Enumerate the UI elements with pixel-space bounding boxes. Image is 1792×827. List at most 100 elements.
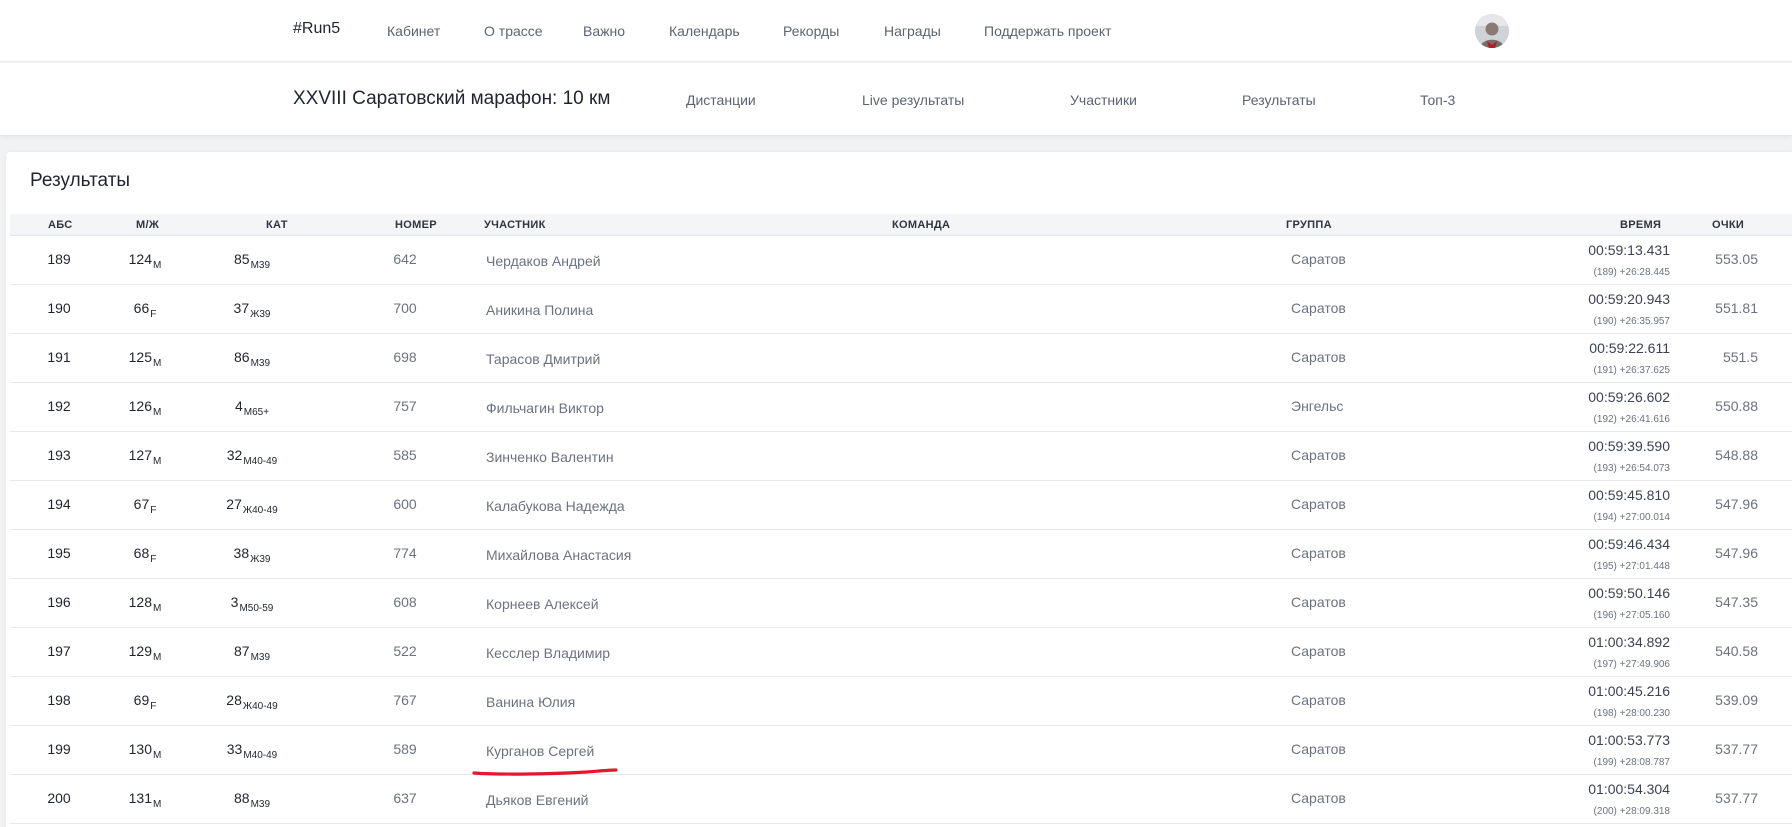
participant-name-link[interactable]: Тарасов Дмитрий: [486, 351, 600, 367]
category-code: M40-49: [243, 456, 278, 467]
col-category[interactable]: КАТ: [266, 219, 288, 231]
table-row[interactable]: 197 129M 87M39 522 Кесслер Владимир Саратов 01…: [10, 628, 1792, 677]
participant-name-link[interactable]: Чердаков Андрей: [486, 253, 601, 269]
group-name: Саратов: [1291, 594, 1346, 610]
col-time[interactable]: ВРЕМЯ: [1620, 219, 1661, 231]
time-gap: (199) +28:08.787: [1593, 757, 1670, 768]
tab-live-results[interactable]: Live результаты: [862, 92, 964, 108]
time-gap: (192) +26:41.616: [1593, 414, 1670, 425]
tab-participants[interactable]: Участники: [1070, 92, 1137, 108]
group-name: Саратов: [1291, 790, 1346, 806]
participant-name-link[interactable]: Корнеев Алексей: [486, 596, 599, 612]
participant-name-link[interactable]: Курганов Сергей: [486, 743, 594, 759]
col-participant[interactable]: УЧАСТНИК: [484, 219, 546, 231]
group-name: Саратов: [1291, 251, 1346, 267]
table-row[interactable]: 189 124M 85M39 642 Чердаков Андрей Саратов 00:…: [10, 236, 1792, 285]
gender-rank: 66F: [120, 300, 170, 320]
category-code: Ж40-49: [242, 701, 278, 712]
points: 547.96: [1715, 496, 1758, 512]
gender-rank: 125M: [120, 349, 170, 369]
gender-rank-value: 128: [128, 594, 152, 610]
table-row[interactable]: 196 128M 3M50-59 608 Корнеев Алексей Саратов 0…: [10, 579, 1792, 628]
finish-time: 01:00:34.892: [1588, 634, 1670, 650]
points: 547.35: [1715, 594, 1758, 610]
table-row[interactable]: 193 127M 32M40-49 585 Зинченко Валентин Сарат…: [10, 432, 1792, 481]
gender-code: M: [153, 358, 162, 369]
participant-name-link[interactable]: Кесслер Владимир: [486, 645, 610, 661]
group-name: Саратов: [1291, 300, 1346, 316]
group-name: Саратов: [1291, 741, 1346, 757]
abs-position: 196: [47, 594, 71, 610]
gender-rank-value: 124: [128, 251, 152, 267]
col-gender-rank[interactable]: М/Ж: [136, 219, 159, 231]
participant-name-link[interactable]: Михайлова Анастасия: [486, 547, 631, 563]
table-row[interactable]: 194 67F 27Ж40-49 600 Калабукова Надежда Сарат…: [10, 481, 1792, 530]
bib-number: 608: [393, 594, 417, 610]
time-gap: (200) +28:09.318: [1593, 806, 1670, 817]
finish-time: 00:59:22.611: [1589, 340, 1670, 356]
col-points[interactable]: ОЧКИ: [1712, 219, 1744, 231]
tab-distances[interactable]: Дистанции: [686, 92, 756, 108]
nav-awards[interactable]: Награды: [884, 23, 941, 39]
nav-calendar[interactable]: Календарь: [669, 23, 740, 39]
nav-important[interactable]: Важно: [583, 23, 625, 39]
tab-top3[interactable]: Топ-3: [1420, 92, 1455, 108]
points: 550.88: [1715, 398, 1758, 414]
group-name: Саратов: [1291, 643, 1346, 659]
gender-code: F: [150, 701, 157, 712]
participant-name-link[interactable]: Ванина Юлия: [486, 694, 575, 710]
finish-time: 00:59:50.146: [1588, 585, 1670, 601]
results-heading: Результаты: [30, 170, 131, 191]
table-row[interactable]: 191 125M 86M39 698 Тарасов Дмитрий Саратов 00:…: [10, 334, 1792, 383]
bib-number: 757: [393, 398, 417, 414]
gender-rank-value: 129: [128, 643, 152, 659]
table-row[interactable]: 192 126M 4M65+ 757 Фильчагин Виктор Энгельс 00…: [10, 383, 1792, 432]
nav-support-project[interactable]: Поддержать проект: [984, 23, 1112, 39]
brand-logo[interactable]: #Run5: [293, 20, 340, 38]
col-abs[interactable]: АБС: [48, 219, 73, 231]
bib-number: 700: [393, 300, 417, 316]
table-row[interactable]: 190 66F 37Ж39 700 Аникина Полина Саратов 00:59…: [10, 285, 1792, 334]
table-row[interactable]: 195 68F 38Ж39 774 Михайлова Анастасия Саратов…: [10, 530, 1792, 579]
category-code: M39: [250, 799, 271, 810]
user-avatar[interactable]: [1475, 14, 1509, 48]
col-team[interactable]: КОМАНДА: [892, 219, 950, 231]
event-title: XXVIII Саратовский марафон: 10 км: [293, 88, 611, 109]
participant-name-link[interactable]: Аникина Полина: [486, 302, 593, 318]
category-code: M39: [250, 652, 271, 663]
category-rank: 85M39: [222, 251, 282, 271]
time-gap: (195) +27:01.448: [1593, 561, 1670, 572]
col-bib[interactable]: НОМЕР: [395, 219, 437, 231]
time-gap: (197) +27:49.906: [1593, 659, 1670, 670]
category-rank-value: 88: [233, 790, 250, 806]
table-row[interactable]: 199 130M 33M40-49 589 Курганов Сергей Саратов…: [10, 726, 1792, 775]
abs-position: 198: [47, 692, 71, 708]
points: 548.88: [1715, 447, 1758, 463]
group-name: Саратов: [1291, 692, 1346, 708]
nav-records[interactable]: Рекорды: [783, 23, 839, 39]
points: 537.77: [1715, 790, 1758, 806]
table-header: АБС М/Ж КАТ НОМЕР УЧАСТНИК КОМАНДА ГРУПП…: [10, 214, 1792, 236]
participant-name-link[interactable]: Фильчагин Виктор: [486, 400, 604, 416]
table-row[interactable]: 198 69F 28Ж40-49 767 Ванина Юлия Саратов 01:00…: [10, 677, 1792, 726]
gender-code: M: [153, 652, 162, 663]
abs-position: 195: [47, 545, 71, 561]
points: 553.05: [1715, 251, 1758, 267]
finish-time: 01:00:45.216: [1588, 683, 1670, 699]
participant-name-link[interactable]: Зинченко Валентин: [486, 449, 614, 465]
nav-cabinet[interactable]: Кабинет: [387, 23, 440, 39]
gender-rank-value: 131: [128, 790, 152, 806]
category-rank: 86M39: [222, 349, 282, 369]
avatar-image-icon: [1475, 14, 1509, 48]
nav-about-course[interactable]: О трассе: [484, 23, 543, 39]
tab-results[interactable]: Результаты: [1242, 92, 1316, 108]
category-rank-value: 27: [226, 496, 242, 512]
gender-code: F: [150, 554, 157, 565]
group-name: Энгельс: [1291, 398, 1344, 414]
category-rank-value: 3: [230, 594, 239, 610]
table-row[interactable]: 200 131M 88M39 637 Дьяков Евгений Саратов 01:0…: [10, 775, 1792, 824]
col-group[interactable]: ГРУППА: [1286, 219, 1332, 231]
category-rank: 32M40-49: [222, 447, 282, 467]
participant-name-link[interactable]: Калабукова Надежда: [486, 498, 625, 514]
participant-name-link[interactable]: Дьяков Евгений: [486, 792, 588, 808]
